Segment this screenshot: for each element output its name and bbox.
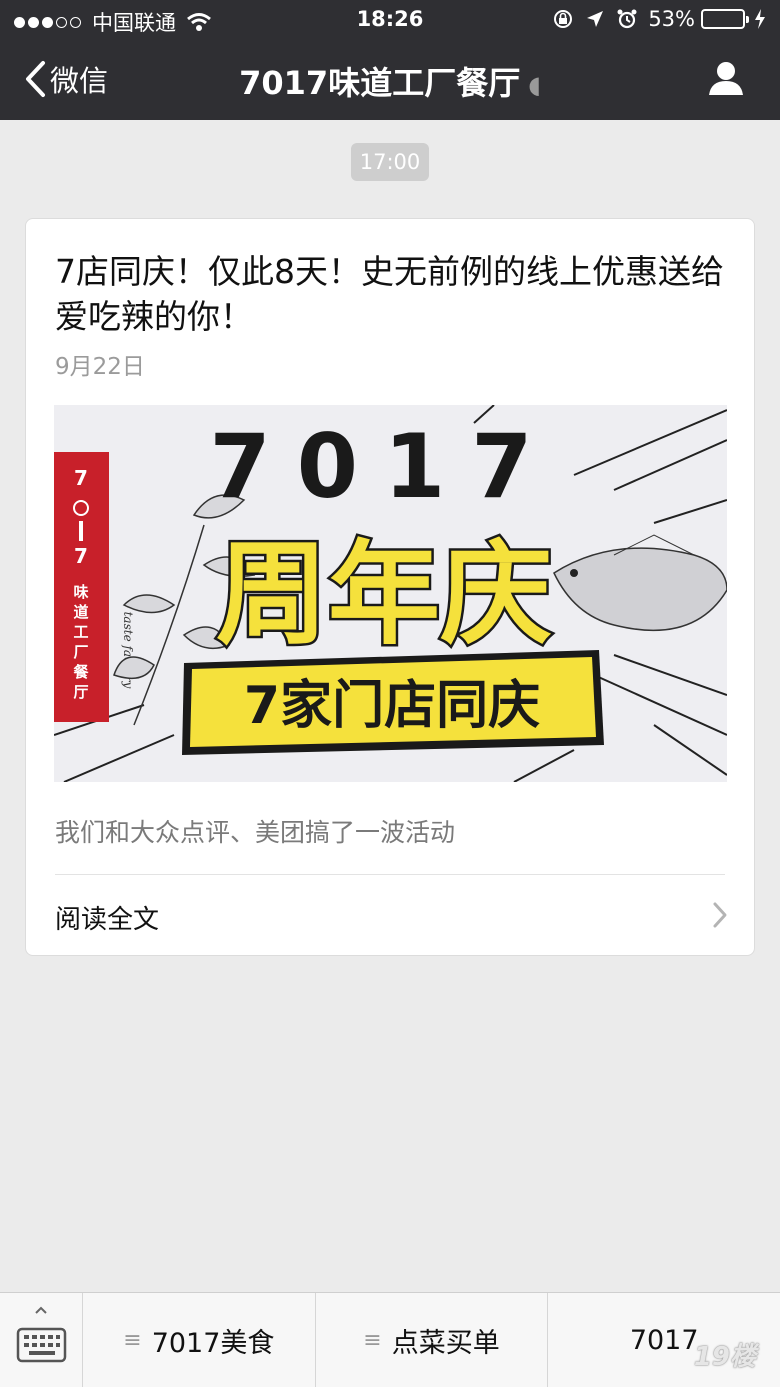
menu-item-order[interactable]: ≡ 点菜买单 [316, 1293, 549, 1387]
article-title: 7店同庆！仅此8天！史无前例的线上优惠送给爱吃辣的你！ [55, 252, 724, 336]
cover-banner: 7家门店同庆 [244, 676, 540, 736]
rotation-lock-icon [554, 10, 573, 28]
cover-number: 7017 [210, 415, 559, 518]
keyboard-icon [16, 1306, 67, 1363]
menu-lines-icon: ≡ [363, 1328, 382, 1353]
status-right-group: 53% [552, 7, 766, 31]
account-name: 7017味道工厂餐厅 [239, 64, 521, 102]
menu-item-label: 7017 [629, 1325, 699, 1356]
cover-artwork: 7 7 味 道 工 厂 餐 厅 taste factory 7017 周年庆 7… [54, 405, 727, 782]
menu-item-label: 点菜买单 [391, 1328, 500, 1359]
top-bar: 中国联通 18:26 53% 微信 7017味道工厂餐厅 ◖ [0, 0, 780, 120]
svg-text:7: 7 [74, 544, 88, 568]
site-watermark: 19楼 [693, 1342, 756, 1372]
battery-percent: 53% [648, 7, 695, 31]
article-date: 9月22日 [55, 354, 145, 380]
menu-lines-icon: ≡ [123, 1328, 142, 1353]
navigation-bar: 微信 7017味道工厂餐厅 ◖ [0, 40, 780, 120]
svg-text:餐: 餐 [73, 663, 89, 681]
svg-text:7: 7 [74, 466, 88, 490]
person-icon [709, 62, 743, 95]
message-timestamp: 17:00 [351, 143, 429, 181]
menu-item-label: 7017美食 [151, 1328, 275, 1359]
read-more-link[interactable]: 阅读全文 [55, 899, 159, 936]
status-bar: 中国联通 18:26 53% [0, 0, 780, 40]
charging-bolt-icon [755, 9, 765, 29]
chevron-right-icon [713, 902, 727, 928]
chat-title: 7017味道工厂餐厅 ◖ [0, 58, 780, 104]
bottom-menu-bar: ≡ 7017美食 ≡ 点菜买单 7017 [0, 1292, 780, 1387]
svg-text:厅: 厅 [73, 683, 88, 701]
wechat-official-account-chat: 中国联通 18:26 53% 微信 7017味道工厂餐厅 ◖ 17:00 7店同… [0, 0, 780, 1387]
location-arrow-icon [587, 11, 604, 27]
profile-button[interactable] [708, 60, 744, 100]
cover-headline: 周年庆 [216, 530, 552, 660]
svg-text:味: 味 [73, 583, 88, 601]
svg-text:道: 道 [73, 603, 88, 621]
menu-item-food[interactable]: ≡ 7017美食 [83, 1293, 316, 1387]
article-summary: 我们和大众点评、美团搞了一波活动 [55, 818, 456, 847]
article-card[interactable]: 7店同庆！仅此8天！史无前例的线上优惠送给爱吃辣的你！ 9月22日 7 7 味 … [25, 218, 755, 956]
alarm-icon [617, 9, 637, 29]
card-divider [55, 874, 725, 875]
article-cover-image[interactable]: 7 7 味 道 工 厂 餐 厅 taste factory 7017 周年庆 7… [54, 405, 727, 782]
svg-text:厂: 厂 [73, 643, 88, 661]
battery-icon [701, 9, 749, 29]
earpiece-mode-icon: ◖ [528, 71, 541, 99]
svg-text:工: 工 [73, 623, 88, 641]
keyboard-toggle-button[interactable] [0, 1293, 83, 1387]
